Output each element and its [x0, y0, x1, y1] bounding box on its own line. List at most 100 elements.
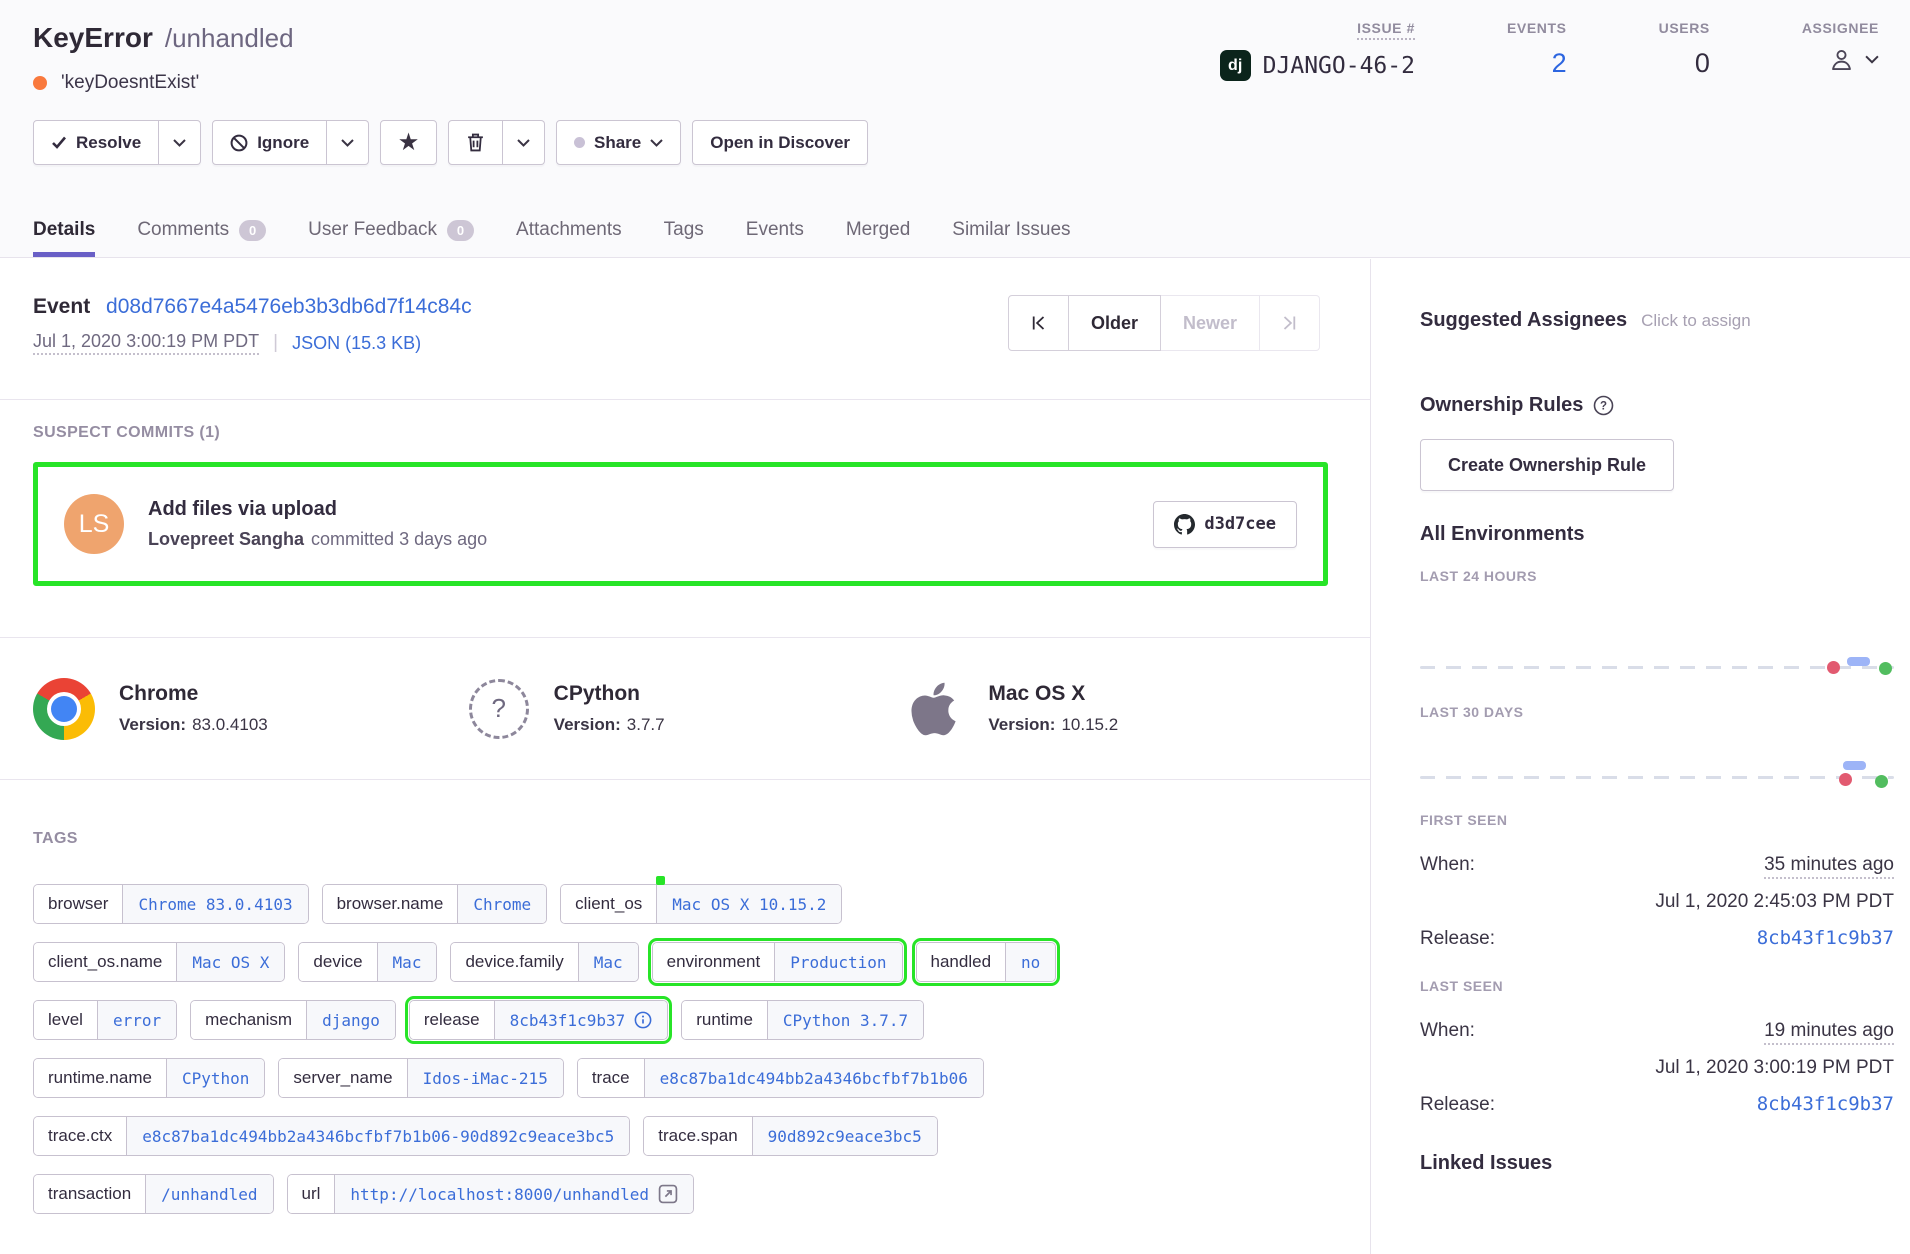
tag-key: trace.span [644, 1117, 751, 1155]
tag-trace[interactable]: tracee8c87ba1dc494bb2a4346bcfbf7b1b06 [577, 1058, 984, 1098]
event-json-link[interactable]: JSON (15.3 KB) [292, 333, 421, 354]
oldest-event-button[interactable] [1008, 295, 1069, 351]
commit-author: Lovepreet Sangha [148, 529, 304, 549]
resolve-button-group: Resolve [33, 120, 201, 165]
commit-title: Add files via upload [148, 498, 487, 521]
version-label: Version: [988, 715, 1055, 734]
events-count[interactable]: 2 [1552, 48, 1567, 79]
tag-device-family[interactable]: device.familyMac [450, 942, 638, 982]
tag-client-os[interactable]: client_osMac OS X 10.15.2 [560, 884, 842, 924]
tag-trace-span[interactable]: trace.span90d892c9eace3bc5 [643, 1116, 938, 1156]
delete-dropdown-button[interactable] [503, 120, 545, 165]
event-header-section: Event d08d7667e4a5476eb3b3db6d7f14c84c J… [0, 259, 1370, 400]
tag-key: client_os [561, 885, 656, 923]
newest-event-button[interactable] [1260, 295, 1320, 351]
tag-value: CPython [166, 1059, 264, 1097]
open-in-discover-button[interactable]: Open in Discover [692, 120, 868, 165]
resolve-dropdown-button[interactable] [159, 120, 201, 165]
tab-comments[interactable]: Comments0 [137, 219, 266, 257]
tab-merged[interactable]: Merged [846, 219, 910, 257]
context-name: Mac OS X [988, 682, 1118, 706]
event-pagination: Older Newer [1008, 295, 1320, 399]
issue-sidebar: Suggested Assignees Click to assign Owne… [1372, 259, 1910, 1254]
share-button[interactable]: Share [556, 120, 681, 165]
tag-value: 8cb43f1c9b37 [510, 1011, 626, 1030]
suspect-commit-row: LS Add files via upload Lovepreet Sangha… [33, 462, 1328, 586]
spark-blue-bar [1843, 761, 1866, 770]
issue-short-id[interactable]: dj DJANGO-46-2 [1220, 50, 1415, 81]
tag-value: Chrome [457, 885, 546, 923]
tag-key: runtime.name [34, 1059, 166, 1097]
tag-value: Mac [578, 943, 638, 981]
tag-transaction[interactable]: transaction/unhandled [33, 1174, 274, 1214]
event-timestamp[interactable]: Jul 1, 2020 3:00:19 PM PDT [33, 331, 259, 355]
tag-list: browserChrome 83.0.4103 browser.nameChro… [33, 884, 1337, 1214]
person-icon [1828, 46, 1855, 73]
bookmark-star-button[interactable]: ★ [380, 120, 437, 165]
tag-client-os-name[interactable]: client_os.nameMac OS X [33, 942, 285, 982]
tab-tags[interactable]: Tags [664, 219, 704, 257]
tag-value: Idos-iMac-215 [407, 1059, 563, 1097]
resolve-button[interactable]: Resolve [33, 120, 159, 165]
event-id-link[interactable]: d08d7667e4a5476eb3b3db6d7f14c84c [106, 295, 472, 318]
last-24-hours-label: LAST 24 HOURS [1420, 568, 1894, 584]
event-details-main: Event d08d7667e4a5476eb3b3db6d7f14c84c J… [0, 259, 1371, 1254]
external-link-icon[interactable] [658, 1184, 678, 1204]
apple-icon [910, 679, 957, 739]
sparkline-baseline [1420, 666, 1894, 669]
unknown-runtime-icon: ? [469, 679, 529, 739]
users-count[interactable]: 0 [1695, 48, 1710, 79]
question-circle-icon[interactable]: ? [1593, 395, 1614, 416]
tag-runtime-name[interactable]: runtime.nameCPython [33, 1058, 265, 1098]
chevron-down-icon [341, 139, 354, 147]
ignore-button[interactable]: Ignore [212, 120, 327, 165]
spark-red-dot [1827, 661, 1840, 674]
tab-attachments[interactable]: Attachments [516, 219, 622, 257]
tab-events[interactable]: Events [746, 219, 804, 257]
tag-environment[interactable]: environmentProduction [652, 942, 903, 982]
tag-trace-ctx[interactable]: trace.ctxe8c87ba1dc494bb2a4346bcfbf7b1b0… [33, 1116, 630, 1156]
tag-runtime[interactable]: runtimeCPython 3.7.7 [681, 1000, 924, 1040]
tag-key: url [288, 1175, 335, 1213]
tab-details[interactable]: Details [33, 219, 95, 257]
tag-row: browserChrome 83.0.4103 browser.nameChro… [33, 884, 1337, 924]
info-icon[interactable] [634, 1011, 652, 1029]
tag-level[interactable]: levelerror [33, 1000, 177, 1040]
last-seen-release-link[interactable]: 8cb43f1c9b37 [1757, 1093, 1894, 1115]
stat-users: USERS 0 [1659, 20, 1710, 79]
tag-release[interactable]: release 8cb43f1c9b37 [409, 1000, 668, 1040]
circle-slash-icon [230, 134, 248, 152]
issue-short-id-text: DJANGO-46-2 [1263, 53, 1415, 79]
tag-browser-name[interactable]: browser.nameChrome [322, 884, 548, 924]
create-rule-label: Create Ownership Rule [1448, 455, 1646, 476]
create-ownership-rule-button[interactable]: Create Ownership Rule [1420, 439, 1674, 491]
click-to-assign-hint[interactable]: Click to assign [1641, 311, 1751, 331]
tag-url[interactable]: urlhttp://localhost:8000/unhandled [287, 1174, 695, 1214]
first-seen-relative-time[interactable]: 35 minutes ago [1764, 854, 1894, 879]
delete-button[interactable] [448, 120, 503, 165]
last-seen-relative-time[interactable]: 19 minutes ago [1764, 1020, 1894, 1045]
tag-mechanism[interactable]: mechanismdjango [190, 1000, 396, 1040]
assignee-dropdown[interactable] [1828, 46, 1879, 73]
tag-value: Mac OS X 10.15.2 [656, 885, 841, 923]
older-event-button[interactable]: Older [1069, 295, 1161, 351]
issue-tabs: Details Comments0 User Feedback0 Attachm… [33, 219, 1071, 257]
commit-sha-button[interactable]: d3d7cee [1153, 501, 1297, 548]
first-seen-release-link[interactable]: 8cb43f1c9b37 [1757, 927, 1894, 949]
tag-key: server_name [279, 1059, 406, 1097]
avatar: LS [64, 494, 124, 554]
tab-similar-issues[interactable]: Similar Issues [952, 219, 1070, 257]
tab-user-feedback[interactable]: User Feedback0 [308, 219, 474, 257]
github-icon [1174, 514, 1195, 535]
tag-key: device [299, 943, 376, 981]
tag-browser[interactable]: browserChrome 83.0.4103 [33, 884, 309, 924]
tag-handled[interactable]: handledno [916, 942, 1057, 982]
newer-event-button[interactable]: Newer [1161, 295, 1260, 351]
tag-server-name[interactable]: server_nameIdos-iMac-215 [278, 1058, 563, 1098]
tag-device[interactable]: deviceMac [298, 942, 437, 982]
svg-text:?: ? [1600, 401, 1607, 413]
issue-number-label[interactable]: ISSUE # [1357, 20, 1415, 40]
tag-key: release [410, 1001, 494, 1039]
ignore-dropdown-button[interactable] [327, 120, 369, 165]
annotation-dot [656, 876, 665, 885]
